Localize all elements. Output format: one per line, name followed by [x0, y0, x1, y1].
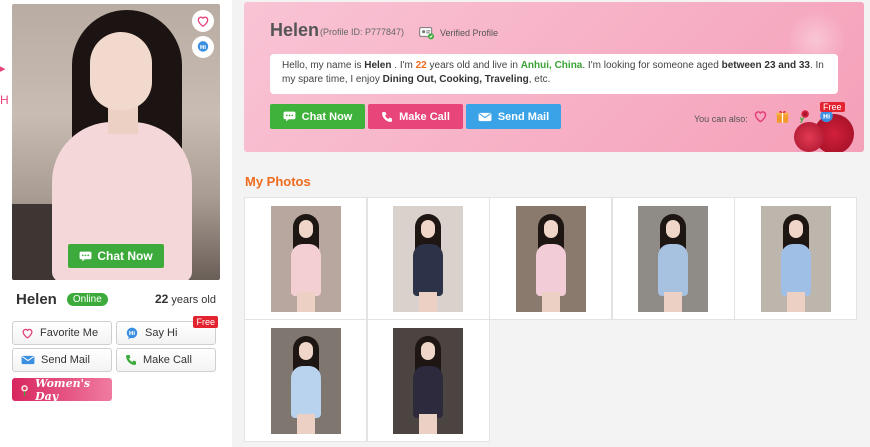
- intro-location: Anhui, China: [520, 60, 583, 71]
- profile-name: Helen: [16, 290, 57, 308]
- photo-thumbnail[interactable]: [244, 197, 367, 320]
- say-hi-button[interactable]: Hi Say Hi Free: [116, 316, 218, 345]
- womens-day-banner[interactable]: Women's Day: [12, 376, 112, 403]
- header-make-call-label: Make Call: [399, 110, 450, 123]
- header-send-mail-button[interactable]: Send Mail: [466, 104, 561, 129]
- photo-image: [760, 205, 831, 312]
- profile-age: 22 years old: [155, 292, 216, 306]
- photo-image: [270, 205, 341, 312]
- intro-hobbies: Dining Out, Cooking, Traveling: [382, 74, 529, 85]
- chat-icon: [79, 251, 92, 261]
- phone-icon: [382, 111, 393, 122]
- intro-name: Helen: [364, 60, 392, 71]
- my-photos-title: My Photos: [245, 174, 311, 189]
- phone-icon: [126, 355, 136, 365]
- edge-letter: H: [0, 93, 9, 107]
- header-name: Helen: [270, 20, 320, 40]
- make-call-label: Make Call: [143, 354, 192, 366]
- age-number: 22: [154, 292, 169, 306]
- intro-age: 22: [415, 60, 427, 71]
- verified-id-icon: [419, 27, 434, 40]
- send-mail-label: Send Mail: [41, 354, 90, 366]
- say-hi-bubble-icon[interactable]: Hi: [192, 36, 214, 58]
- svg-text:Hi: Hi: [822, 113, 829, 120]
- photo-image: [638, 205, 709, 312]
- profile-header-card: Helen (Profile ID: P777847) Verified Pro…: [244, 2, 864, 152]
- mail-icon: [478, 112, 492, 121]
- page: ▸ H Hi Chat Now Helen Online 22 years ol…: [0, 0, 870, 447]
- favorite-me-label: Favorite Me: [40, 327, 99, 339]
- verified-profile: Verified Profile: [419, 26, 498, 40]
- mail-icon: [21, 355, 35, 365]
- say-hi-label: Say Hi: [145, 327, 178, 339]
- heart-icon[interactable]: [752, 108, 768, 124]
- chat-icon: [283, 111, 296, 122]
- intro-text: Hello, my name is Helen . I'm 22 years o…: [270, 54, 838, 94]
- header-make-call-button[interactable]: Make Call: [368, 104, 463, 129]
- womens-day-label: Women's Day: [35, 376, 91, 403]
- intro-age-range: between 23 and 33: [721, 60, 810, 71]
- send-mail-button[interactable]: Send Mail: [12, 348, 112, 372]
- photo-image: [393, 205, 464, 312]
- photo-thumbnail[interactable]: [366, 197, 490, 320]
- photo-grid: [244, 197, 858, 447]
- verified-label: Verified Profile: [440, 28, 499, 38]
- flower-icon: [21, 384, 28, 396]
- age-suffix: years old: [168, 294, 216, 306]
- say-hi-free-badge: Free: [193, 316, 218, 328]
- photo-chat-now-button[interactable]: Chat Now: [68, 244, 164, 268]
- profile-sidebar: ▸ H Hi Chat Now Helen Online 22 years ol…: [0, 0, 232, 447]
- profile-photo[interactable]: Hi Chat Now: [12, 4, 220, 280]
- photo-image: [515, 205, 586, 312]
- header-free-badge: Free: [820, 102, 845, 112]
- header-chat-now-label: Chat Now: [301, 110, 353, 123]
- online-badge: Online: [66, 292, 108, 306]
- hi-bubble-icon: Hi: [126, 327, 138, 339]
- profile-id: (Profile ID: P777847): [320, 27, 405, 37]
- photo-thumbnail[interactable]: [366, 319, 490, 442]
- photo-thumbnail[interactable]: [734, 197, 858, 320]
- make-call-button[interactable]: Make Call: [116, 348, 216, 372]
- header-chat-now-button[interactable]: Chat Now: [270, 104, 365, 129]
- rose-icon[interactable]: [796, 108, 812, 124]
- header-send-mail-label: Send Mail: [497, 110, 550, 123]
- svg-text:Hi: Hi: [129, 331, 135, 337]
- heart-icon: [22, 328, 33, 339]
- svg-text:Hi: Hi: [200, 45, 206, 51]
- photo-image: [270, 327, 341, 434]
- photo-thumbnail[interactable]: [489, 197, 613, 320]
- gift-icon[interactable]: [774, 108, 790, 124]
- favorite-me-button[interactable]: Favorite Me: [12, 321, 112, 345]
- photo-chat-now-label: Chat Now: [97, 249, 153, 263]
- favorite-heart-icon[interactable]: [192, 10, 214, 32]
- you-can-also-label: You can also:: [694, 114, 748, 124]
- profile-name-row: Helen Online 22 years old: [16, 290, 216, 308]
- photo-image: [393, 327, 464, 434]
- photo-thumbnail[interactable]: [244, 319, 367, 442]
- photo-thumbnail[interactable]: [611, 197, 735, 320]
- edge-arrow-icon: ▸: [0, 63, 6, 75]
